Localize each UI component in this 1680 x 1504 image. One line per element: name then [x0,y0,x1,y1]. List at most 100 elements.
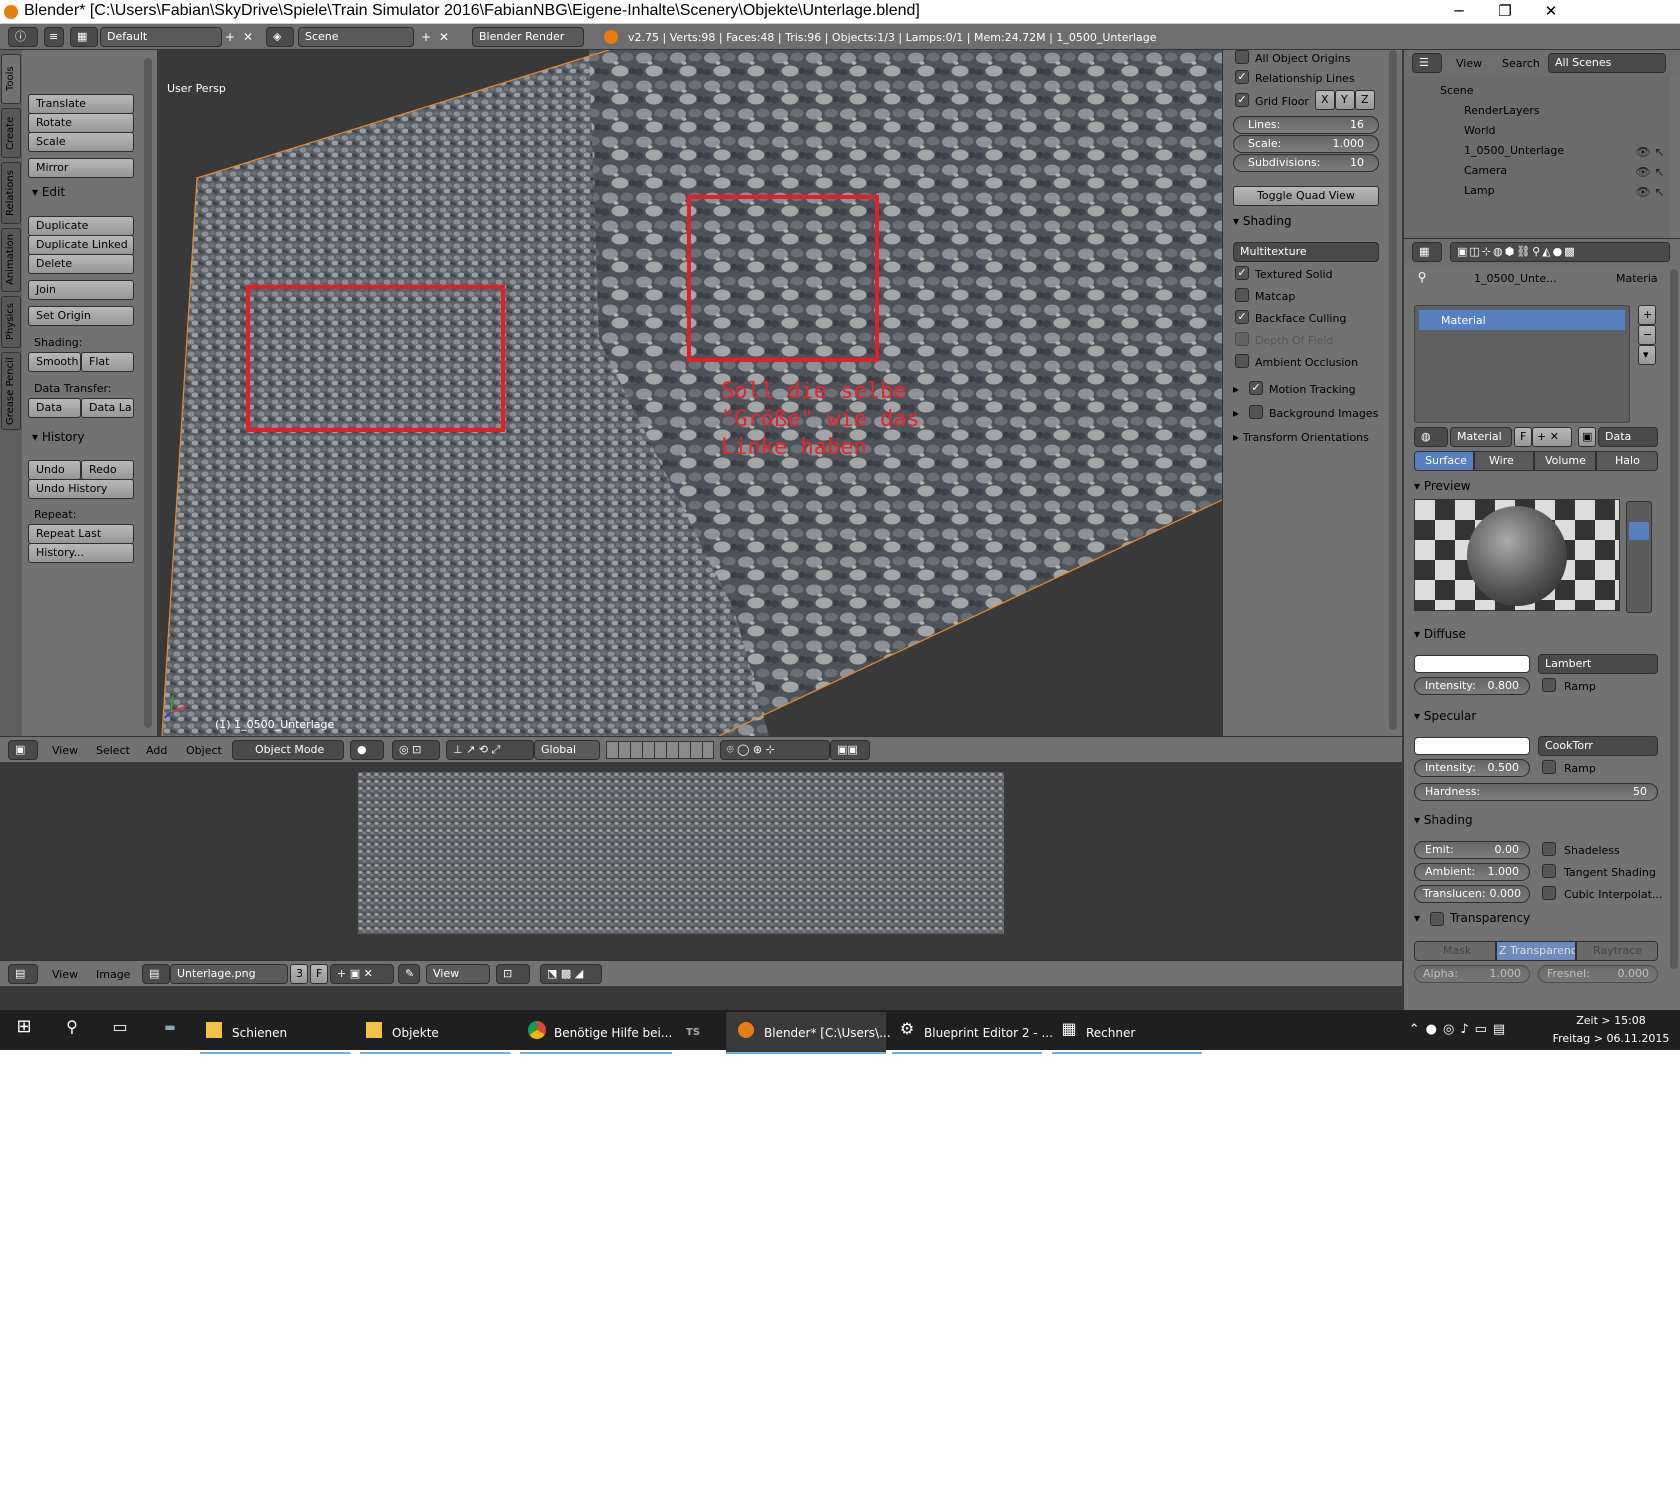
toggle-quad-view-button[interactable]: Toggle Quad View [1233,186,1379,206]
system-tray-icons[interactable]: ⌃●◎♪▭▤ [1400,1022,1520,1038]
remove-slot-button[interactable]: − [1638,325,1656,345]
viewport-shading-icon[interactable]: ● [350,740,384,760]
preview-panel-header[interactable]: ▾ Preview [1414,479,1471,493]
minimize-button[interactable]: ─ [1436,0,1482,24]
orientation-dropdown[interactable]: Global [534,740,600,760]
rotate-button[interactable]: Rotate [28,113,134,133]
material-slots-list[interactable]: Material [1414,305,1630,423]
3d-viewport[interactable]: User Persp (1) 1_0500_Unterlage Soll die… [159,50,1222,736]
diffuse-color-swatch[interactable] [1414,655,1530,673]
editor-type-3d-button[interactable]: ▣ [8,740,38,760]
render-engine-dropdown[interactable]: Blender Render [472,27,584,47]
pivot-icon[interactable]: ⊡ [496,964,530,984]
background-images-checkbox[interactable] [1249,405,1263,419]
grid-subdivisions-field[interactable]: Subdivisions: 10 [1233,154,1379,172]
image-menu[interactable]: Image [96,968,130,981]
screen-layout-field[interactable]: Default [100,27,222,47]
outliner-object-unterlage[interactable]: 1_0500_Unterlage [1464,144,1564,157]
menu-icon[interactable]: ≡ [44,27,64,47]
shadeless-checkbox[interactable] [1542,842,1556,856]
translucency-field[interactable]: Translucen: 0.000 [1414,885,1530,903]
undo-history-button[interactable]: Undo History [28,479,134,499]
tab-grease-pencil[interactable]: Grease Pencil [1,352,21,430]
preview-sphere-button[interactable] [1629,522,1649,540]
material-node-icon[interactable]: ▣ [1578,427,1596,447]
grid-axis-z-toggle[interactable]: Z [1355,90,1375,110]
tab-physics[interactable]: Physics [1,296,21,348]
pin-icon[interactable]: ✎ [398,964,420,984]
material-link-dropdown[interactable]: Data [1598,427,1658,447]
tab-animation[interactable]: Animation [1,228,21,292]
pivot-snap-icons[interactable]: ◎ ⊡ [392,740,440,760]
pin-context-icon[interactable]: ⚲ [1412,269,1432,285]
motion-tracking-checkbox[interactable]: ✓ [1249,381,1263,395]
history-panel-header[interactable]: ▾ History [32,430,85,444]
grid-lines-field[interactable]: Lines: 16 [1233,116,1379,134]
editor-type-outliner-button[interactable]: ☰ [1412,53,1442,73]
duplicate-button[interactable]: Duplicate [28,216,134,236]
diffuse-shader-dropdown[interactable]: Lambert [1538,654,1658,674]
material-fake-user-button[interactable]: F [1514,427,1532,447]
train-app-icon[interactable]: ▬ [156,1019,184,1035]
search-icon[interactable]: ⚲ [60,1019,84,1035]
smooth-button[interactable]: Smooth [28,352,81,372]
specular-color-swatch[interactable] [1414,737,1530,755]
specular-panel-header[interactable]: ▾ Specular [1414,709,1476,723]
object-menu[interactable]: Object [186,744,222,757]
taskbar-item-schienen[interactable]: Schienen [200,1012,350,1054]
transparency-panel-header[interactable]: ▾ [1414,911,1420,925]
material-shading-panel-header[interactable]: ▾ Shading [1414,813,1473,827]
transparency-raytrace-button[interactable]: Raytrace [1576,941,1658,961]
transparency-mask-button[interactable]: Mask [1414,941,1496,961]
image-users-count[interactable]: 3 [290,964,308,984]
scale-button[interactable]: Scale [28,132,134,152]
outliner-filter-dropdown[interactable]: All Scenes [1548,53,1666,73]
ts-app-icon[interactable]: TS [686,1012,714,1054]
emit-field[interactable]: Emit: 0.00 [1414,841,1530,859]
remove-screen-icon[interactable]: ✕ [240,29,256,45]
image-view-dropdown[interactable]: View [426,964,490,984]
windows-start-icon[interactable]: ⊞ [12,1018,36,1036]
alpha-field[interactable]: Alpha: 1.000 [1414,965,1530,983]
specular-ramp-checkbox[interactable] [1542,760,1556,774]
transparency-ztrans-button[interactable]: Z Transparency [1496,941,1576,961]
taskbar-item-objekte[interactable]: Objekte [360,1012,510,1054]
visibility-icons-object[interactable]: 👁 ↖ [1630,144,1670,160]
scene-field[interactable]: Scene [298,27,414,47]
image-name-field[interactable]: Unterlage.png [170,964,288,984]
outliner-scene[interactable]: Scene [1440,84,1474,97]
redo-button[interactable]: Redo [81,460,134,480]
close-button[interactable]: ✕ [1528,0,1574,24]
image-fake-user-button[interactable]: F [310,964,328,984]
outliner-search-menu[interactable]: Search [1502,57,1540,70]
flat-button[interactable]: Flat [81,352,134,372]
channel-display-icons[interactable]: ⬔ ▩ ◢ [540,964,602,984]
grid-scale-field[interactable]: Scale: 1.000 [1233,135,1379,153]
join-button[interactable]: Join [28,280,134,300]
image-view-menu[interactable]: View [52,968,78,981]
repeat-last-button[interactable]: Repeat Last [28,524,134,544]
editor-type-image-button[interactable]: ▤ [8,964,38,984]
add-screen-icon[interactable]: + [222,29,238,45]
motion-tracking-panel[interactable]: ▸ [1233,382,1239,396]
edit-panel-header[interactable]: ▾ Edit [32,185,65,199]
layers-grid[interactable] [606,741,714,759]
add-slot-button[interactable]: + [1638,305,1656,325]
data-layers-button[interactable]: Data La [81,398,134,418]
relationship-lines-checkbox[interactable]: ✓ [1235,70,1249,84]
diffuse-intensity-field[interactable]: Intensity: 0.800 [1414,677,1530,695]
outliner-renderlayers[interactable]: RenderLayers [1464,104,1540,117]
material-browse-icon[interactable]: ◍ [1414,427,1448,447]
grid-axis-x-toggle[interactable]: X [1315,90,1335,110]
tab-create[interactable]: Create [1,108,21,158]
transparency-checkbox[interactable] [1430,912,1444,926]
ambient-occlusion-checkbox[interactable] [1235,354,1249,368]
delete-button[interactable]: Delete [28,254,134,274]
undo-button[interactable]: Undo [28,460,81,480]
toolshelf-scrollbar[interactable] [144,58,152,728]
tab-wire[interactable]: Wire [1474,451,1534,471]
tab-volume[interactable]: Volume [1534,451,1596,471]
tab-halo[interactable]: Halo [1596,451,1658,471]
editor-type-info-button[interactable]: ⓘ [8,27,38,47]
matcap-checkbox[interactable] [1235,288,1249,302]
